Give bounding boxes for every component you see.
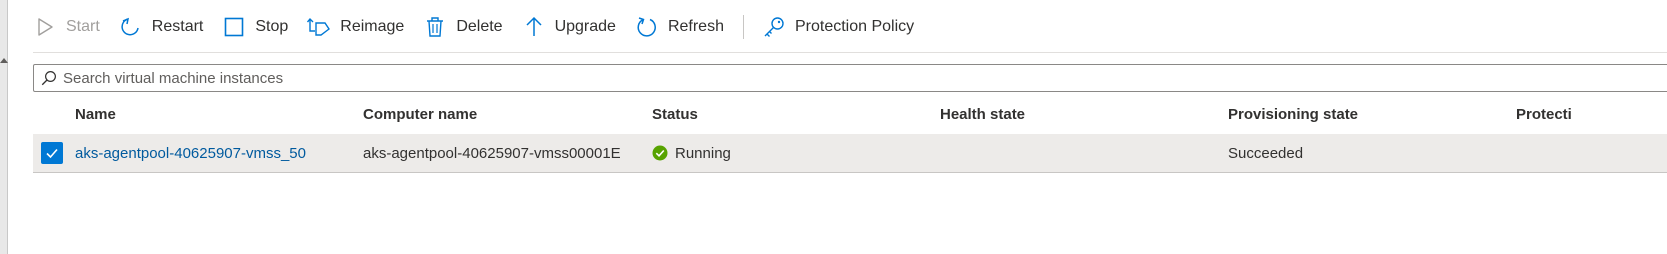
column-header-protection[interactable]: Protecti [1516,98,1572,130]
instance-name-link[interactable]: aks-agentpool-40625907-vmss_50 [75,134,306,172]
caret-up-icon[interactable] [0,58,8,63]
play-icon [38,18,53,36]
status-cell: Running [652,134,731,172]
refresh-button[interactable]: Refresh [635,9,724,45]
column-header-computer-name[interactable]: Computer name [363,98,477,130]
refresh-label: Refresh [667,18,724,35]
column-header-provisioning-state[interactable]: Provisioning state [1228,98,1358,130]
search-box[interactable] [33,64,1667,92]
delete-label: Delete [456,18,503,35]
stop-button[interactable]: Stop [222,9,288,45]
protection-policy-label: Protection Policy [794,18,915,35]
reimage-label: Reimage [340,18,405,35]
provisioning-state-value: Succeeded [1228,144,1304,162]
table-row[interactable]: aks-agentpool-40625907-vmss_50 aks-agent… [33,134,1667,173]
reimage-icon [307,17,331,36]
arrow-up-icon [526,16,542,36]
upgrade-button[interactable]: Upgrade [522,9,616,45]
start-label: Start [66,18,100,35]
stop-label: Stop [255,18,289,35]
restart-button[interactable]: Restart [119,9,204,45]
search-input[interactable] [63,69,1667,87]
refresh-icon [637,17,656,37]
row-checkbox[interactable] [41,142,63,164]
key-icon [764,17,784,37]
delete-button[interactable]: Delete [423,9,503,45]
grid-header: Name Computer name Status Health state P… [33,98,1667,130]
toolbar-divider [742,15,744,39]
start-button[interactable]: Start [33,9,100,45]
stop-icon [225,17,244,37]
restart-label: Restart [151,18,204,35]
checkmark-icon [46,148,58,159]
check-circle-icon [652,145,668,161]
upgrade-label: Upgrade [554,18,616,35]
toolbar-divider-line [33,52,1667,53]
restart-icon [121,17,139,36]
trash-icon [427,17,444,37]
column-header-health-state[interactable]: Health state [940,98,1025,130]
command-bar: Start Restart Stop Reimage Delete Upgrad… [33,0,1667,54]
reimage-button[interactable]: Reimage [307,9,404,45]
left-rail-scrollbar[interactable] [0,0,8,254]
computer-name-value: aks-agentpool-40625907-vmss00001E [363,144,621,162]
status-value: Running [675,144,731,162]
search-icon [41,71,56,86]
column-header-status[interactable]: Status [652,98,698,130]
column-header-name[interactable]: Name [75,98,116,130]
protection-policy-button[interactable]: Protection Policy [762,9,914,45]
